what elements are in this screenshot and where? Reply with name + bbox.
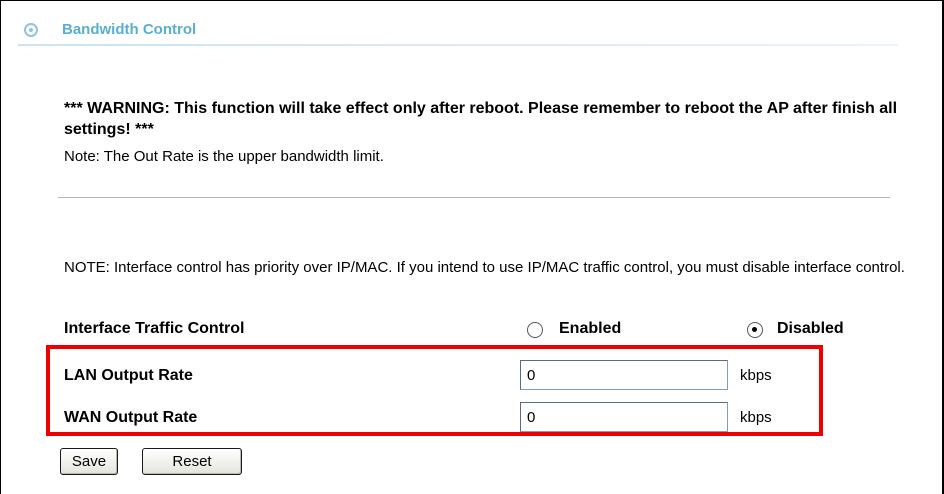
enabled-radio-label[interactable]: Enabled [559,320,621,338]
header-underline [18,44,898,46]
reset-button[interactable]: Reset [142,448,242,475]
save-button[interactable]: Save [60,448,118,475]
bullet-circle-icon [24,23,38,37]
output-rate-highlight-box [46,345,823,436]
disabled-radio[interactable] [747,322,763,338]
frame-left-border [0,0,1,494]
reboot-warning: *** WARNING: This function will take eff… [64,100,898,138]
enabled-radio[interactable] [527,322,543,338]
frame-top-border [0,0,944,1]
interface-priority-note: NOTE: Interface control has priority ove… [64,259,905,276]
disabled-radio-label[interactable]: Disabled [777,320,844,338]
interface-traffic-control-label: Interface Traffic Control [64,320,245,337]
section-title: Bandwidth Control [62,21,197,38]
section-header: Bandwidth Control [18,20,898,44]
out-rate-note: Note: The Out Rate is the upper bandwidt… [64,148,384,165]
divider [58,197,890,198]
